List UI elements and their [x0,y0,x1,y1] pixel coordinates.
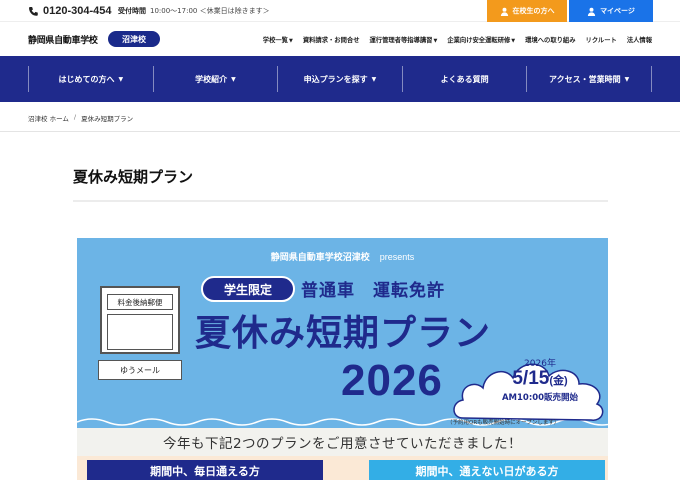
postage-mark: 料金後納郵便 [100,286,180,354]
banner-presents: 静岡県自動車学校沼津校 presents [77,250,608,263]
chevron-down-icon: ▼ [118,75,124,83]
nav-item-label: はじめての方へ [58,74,115,84]
chevron-down-icon: ▼ [288,38,293,44]
site-header: 静岡県自動車学校 沼津校 学校一覧▼ 資料請求・お問合せ 運行管理者等指導講習▼… [0,22,680,56]
banner-lead-text: 今年も下記2つのプランをご用意させていただきました！ [162,436,523,452]
header-link-inquiry[interactable]: 資料請求・お問合せ [303,35,360,44]
nav-item-label: 申込プランを探す [303,74,368,84]
plan-flexible-button[interactable]: 期間中、通えない日がある方 [369,460,605,480]
chevron-down-icon: ▼ [371,75,377,83]
nav-item-label: 学校紹介 [195,74,228,84]
divider [73,200,608,202]
chevron-down-icon: ▼ [231,75,236,83]
student-page-button[interactable]: 在校生の方へ [487,0,567,22]
nav-item-faq[interactable]: よくある質問 [401,66,527,92]
header-link-label: 企業向け安全運転研修 [447,37,511,44]
qr-note: （予約用QRも販売開始時にオープンします） [447,420,560,426]
business-hours: 受付時間 10:00〜17:00 ＜休業日は除きます＞ [118,6,270,16]
sale-time: AM10:00販売開始 [501,393,579,403]
header-link-corporate-training[interactable]: 企業向け安全運転研修▼ [447,35,515,44]
mypage-button[interactable]: マイページ [569,0,653,22]
header-link-label: 運行管理者等指導講習 [369,37,433,44]
postage-box [107,314,173,350]
main-nav: はじめての方へ ▼ 学校紹介 ▼ 申込プランを探す ▼ よくある質問 アクセス・営業時… [0,56,680,102]
header-link-environment[interactable]: 環境への取り組み [525,35,575,44]
header-link-manager-course[interactable]: 運行管理者等指導講習▼ [369,35,437,44]
phone-contact[interactable]: 0120-304-454 [28,4,112,18]
page-title: 夏休み短期プラン [73,168,194,186]
nav-item-beginners[interactable]: はじめての方へ ▼ [28,66,153,92]
phone-number[interactable]: 0120-304-454 [43,5,112,17]
header-link-corporate-info[interactable]: 法人情報 [627,35,652,44]
nav-item-label: アクセス・営業時間 [549,74,621,84]
chevron-down-icon: ▼ [433,38,438,44]
hours-label: 受付時間 [118,7,146,15]
student-button-label: 在校生の方へ [512,7,555,15]
utility-bar: 0120-304-454 受付時間 10:00〜17:00 ＜休業日は除きます＞ … [0,0,680,22]
breadcrumb: 沼津校 ホーム / 夏休み短期プラン [28,113,133,123]
divider [0,131,680,132]
breadcrumb-current: 夏休み短期プラン [81,115,134,123]
banner-presenter: 静岡県自動車学校沼津校 [270,253,370,263]
chevron-down-icon: ▼ [511,38,516,44]
banner-year: 2026 [341,356,443,405]
sale-date-value: 5/15 [512,368,550,389]
mypage-button-label: マイページ [600,7,635,15]
summer-plan-banner: 静岡県自動車学校沼津校 presents 料金後納郵便 ゆうメール 学生限定 普通… [77,238,608,480]
person-icon [500,7,508,16]
breadcrumb-separator: / [73,113,77,121]
breadcrumb-home[interactable]: 沼津校 ホーム [28,113,69,123]
sale-info: 2026年 5/15(金) AM10:00販売開始 [485,356,595,403]
site-logo[interactable]: 静岡県自動車学校 [28,33,98,46]
nav-item-access[interactable]: アクセス・営業時間 ▼ [526,66,652,92]
header-links: 学校一覧▼ 資料請求・お問合せ 運行管理者等指導講習▼ 企業向け安全運転研修▼ … [263,35,652,44]
header-link-label: 学校一覧 [262,37,288,44]
nav-item-label: よくある質問 [440,74,489,84]
sale-date: 5/15(金) [485,369,595,391]
header-link-schools[interactable]: 学校一覧▼ [263,35,293,44]
phone-icon [29,6,38,16]
postage-label: 料金後納郵便 [107,294,173,310]
plan-daily-button[interactable]: 期間中、毎日通える方 [87,460,323,480]
yumail-label: ゆうメール [98,360,182,380]
banner-presents-en: presents [379,252,415,262]
hours-text: 10:00〜17:00 ＜休業日は除きます＞ [150,7,270,15]
person-icon [587,7,596,16]
chevron-down-icon: ▼ [624,75,630,83]
header-link-recruit[interactable]: リクルート [586,35,617,44]
banner-subtitle: 普通車 運転免許 [301,281,445,301]
school-badge: 沼津校 [108,31,160,47]
sale-weekday: (金) [549,375,568,387]
nav-item-about[interactable]: 学校紹介 ▼ [152,66,278,92]
banner-main-title: 夏休み短期プラン [195,313,492,354]
students-only-badge: 学生限定 [201,276,295,302]
nav-item-plans[interactable]: 申込プランを探す ▼ [277,66,402,92]
